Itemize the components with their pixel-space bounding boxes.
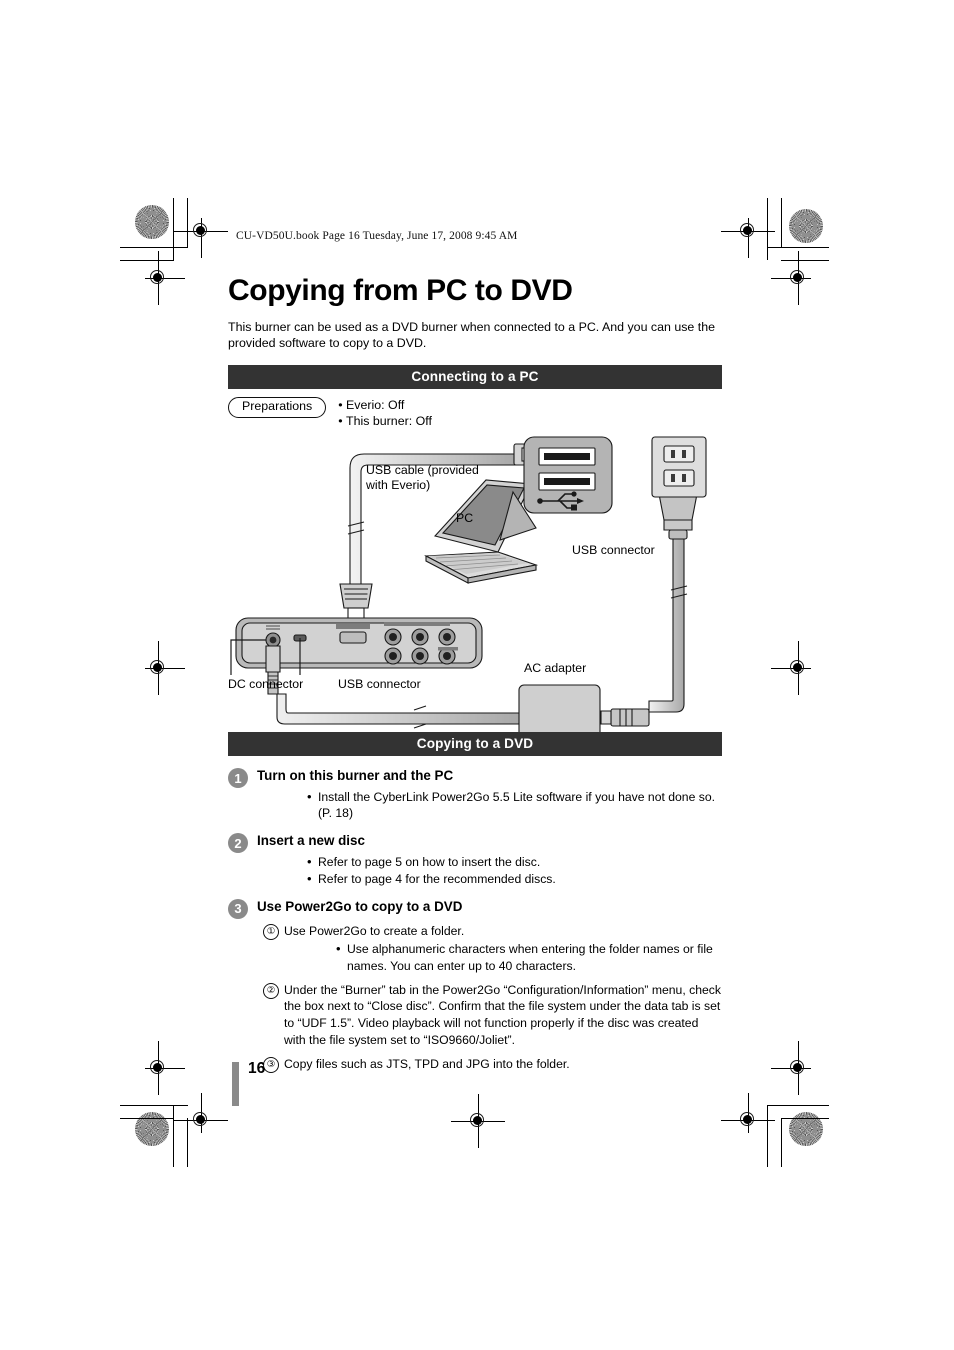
page-content: Copying from PC to DVD This burner can b…	[228, 275, 722, 1073]
step-number-badge: 1	[228, 768, 248, 788]
crop-mark-tr-v1	[767, 198, 768, 260]
step-number-badge: 2	[228, 833, 248, 854]
substep-item: ③ Copy files such as JTS, TPD and JPG in…	[263, 1056, 722, 1073]
preparations-item-text: This burner: Off	[346, 414, 432, 429]
density-patch-top-right	[789, 209, 823, 243]
usb-mini-plug	[339, 583, 373, 621]
step-bullet: Refer to page 5 on how to insert the dis…	[307, 853, 722, 871]
substep-bullet: Use alphanumeric characters when enterin…	[336, 940, 722, 974]
ac-plug-illustration	[600, 708, 650, 727]
crop-mark-bl-h2	[120, 1118, 174, 1119]
registration-mark-bottom-left	[174, 1093, 228, 1133]
label-usb-cable-line1: USB cable (provided	[366, 463, 479, 477]
substep-number: ①	[263, 923, 279, 940]
label-usb-cable-line2: with Everio)	[365, 478, 430, 492]
step-heading: Use Power2Go to copy to a DVD	[257, 898, 463, 914]
registration-mark-left-bottom	[145, 1041, 185, 1095]
section-heading-copying: Copying to a DVD	[228, 732, 722, 756]
component-video-jacks	[384, 628, 456, 646]
substep-item: ② Under the “Burner” tab in the Power2Go…	[263, 982, 722, 1049]
steps-list: 1 Turn on this burner and the PC Install…	[228, 768, 722, 1073]
folio-rule	[232, 1062, 239, 1106]
page-number: 16	[248, 1060, 266, 1077]
crop-mark-br-h2	[781, 1118, 829, 1119]
step-bullet: Install the CyberLink Power2Go 5.5 Lite …	[307, 788, 722, 822]
step-bullets: Install the CyberLink Power2Go 5.5 Lite …	[267, 788, 722, 822]
step-item: 2 Insert a new disc Refer to page 5 on h…	[228, 833, 722, 888]
crop-mark-tl-v1	[173, 198, 174, 260]
crop-mark-tl-h1	[120, 247, 188, 248]
label-ac-adapter: AC adapter	[524, 661, 586, 675]
crop-mark-br-v1	[767, 1105, 768, 1167]
intro-paragraph: This burner can be used as a DVD burner …	[228, 319, 715, 350]
substep-bullets: Use alphanumeric characters when enterin…	[296, 940, 722, 974]
substep-number: ②	[263, 982, 279, 999]
registration-mark-top-right	[721, 218, 775, 258]
registration-mark-bottom-right	[721, 1093, 775, 1133]
registration-mark-bottom-center	[451, 1094, 505, 1148]
label-usb-connector-right: USB connector	[572, 543, 655, 557]
registration-mark-right-top	[771, 251, 811, 305]
crop-mark-br-v2	[781, 1118, 782, 1167]
crop-mark-tr-h2	[781, 260, 829, 261]
mains-cable	[648, 537, 688, 713]
substep-number: ③	[263, 1056, 279, 1073]
crop-mark-tl-h2	[120, 260, 174, 261]
preparations-item: • This burner: Off	[338, 414, 432, 429]
substep-text: Copy files such as JTS, TPD and JPG into…	[284, 1056, 570, 1071]
ac-adapter-illustration	[518, 684, 601, 732]
label-pc: PC	[456, 511, 473, 525]
printed-page: CU-VD50U.book Page 16 Tuesday, June 17, …	[0, 0, 954, 1350]
registration-mark-top-left	[174, 218, 228, 258]
page-title: Copying from PC to DVD	[228, 274, 573, 307]
preparations-list: • Everio: Off • This burner: Off	[338, 397, 432, 430]
section-heading-connecting: Connecting to a PC	[228, 365, 722, 390]
density-patch-top-left	[135, 205, 169, 239]
preparations-label: Preparations	[228, 397, 327, 418]
label-dc-connector: DC connector	[228, 677, 303, 691]
running-head: CU-VD50U.book Page 16 Tuesday, June 17, …	[236, 230, 518, 242]
registration-mark-left-middle	[145, 641, 185, 695]
crop-mark-bl-v1	[173, 1105, 174, 1167]
substep-item: ① Use Power2Go to create a folder. Use a…	[263, 923, 722, 975]
connection-diagram-svg: USB cable (provided with Everio) PC USB …	[228, 436, 707, 732]
crop-mark-br-h1	[767, 1105, 829, 1106]
substep-text: Use Power2Go to create a folder.	[284, 923, 465, 938]
step-item: 1 Turn on this burner and the PC Install…	[228, 768, 722, 821]
step-item: 3 Use Power2Go to copy to a DVD ① Use Po…	[228, 898, 722, 1073]
step-heading: Turn on this burner and the PC	[257, 768, 454, 783]
preparations-item-text: Everio: Off	[346, 398, 405, 413]
step-heading: Insert a new disc	[257, 833, 365, 849]
connection-diagram: USB cable (provided with Everio) PC USB …	[228, 432, 722, 732]
registration-mark-right-middle	[771, 641, 811, 695]
crop-mark-bl-h1	[120, 1105, 188, 1106]
step-bullets: Refer to page 5 on how to insert the dis…	[267, 853, 722, 888]
substep-text: Under the “Burner” tab in the Power2Go “…	[284, 982, 721, 1048]
registration-mark-right-bottom	[771, 1041, 811, 1095]
registration-mark-left-top	[145, 251, 185, 305]
wall-outlet-illustration	[651, 436, 707, 498]
step-number-badge: 3	[228, 898, 248, 919]
preparations-row: Preparations • Everio: Off • This burner…	[228, 397, 722, 430]
substeps-list: ① Use Power2Go to create a folder. Use a…	[263, 923, 722, 1073]
step-bullet: Refer to page 4 for the recommended disc…	[307, 870, 722, 888]
label-usb-connector-left: USB connector	[338, 677, 421, 691]
preparations-item: • Everio: Off	[338, 398, 405, 413]
crop-mark-tr-v2	[781, 198, 782, 248]
crop-mark-tr-h1	[767, 247, 829, 248]
